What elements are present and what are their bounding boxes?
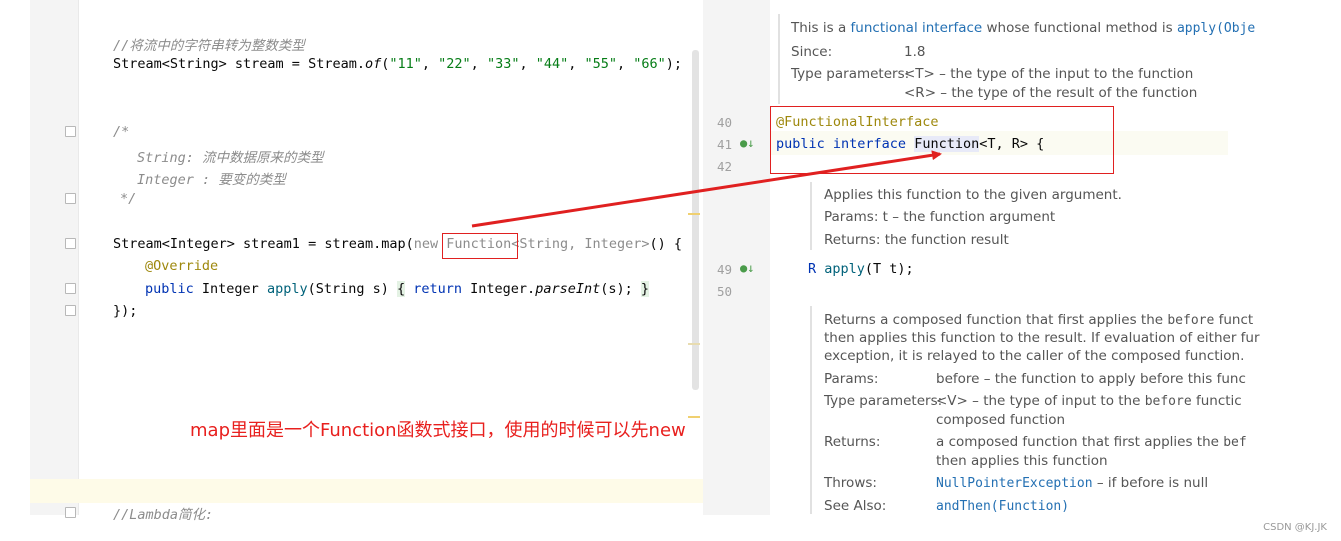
red-arrow [471,150,942,228]
arrow-line [471,150,942,228]
watermark: CSDN @KJ.JK [1263,522,1327,533]
